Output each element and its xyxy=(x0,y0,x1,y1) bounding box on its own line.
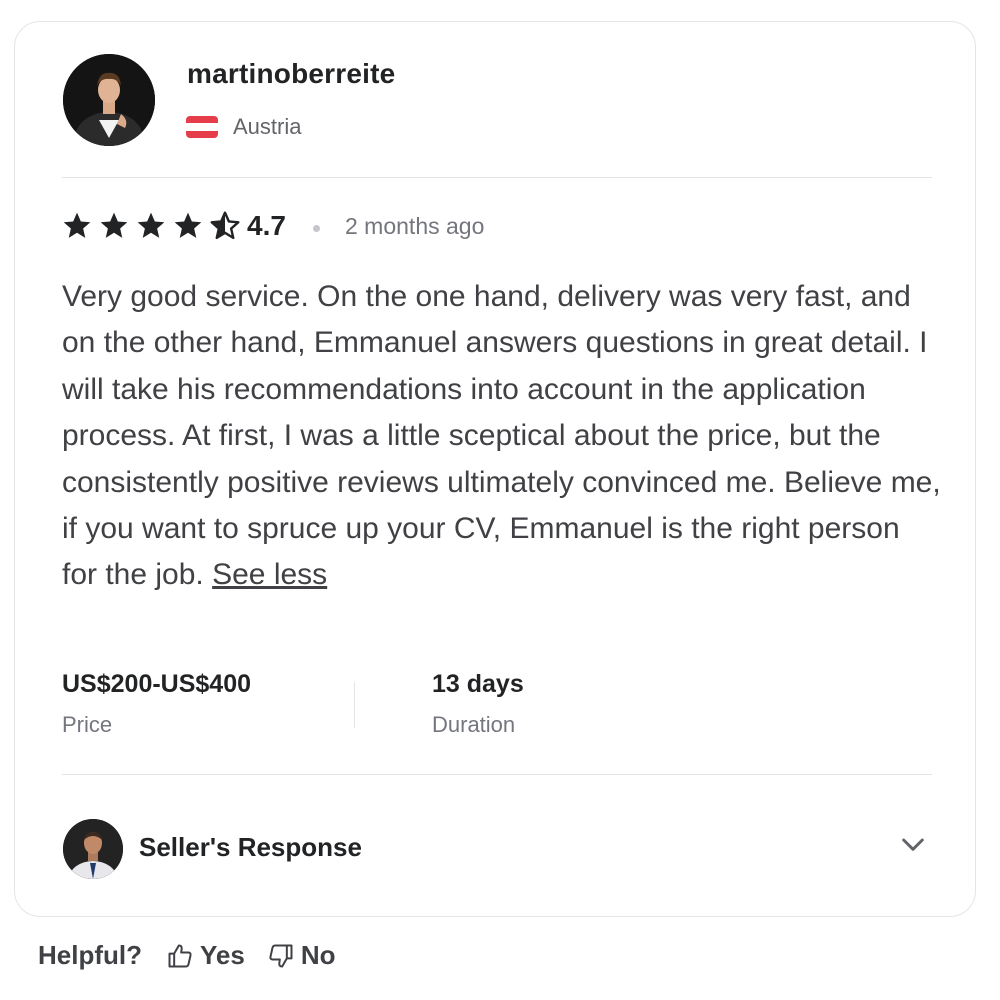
reviewer-avatar-photo xyxy=(63,54,155,146)
meta-divider xyxy=(354,682,355,728)
price-label: Price xyxy=(62,712,113,737)
reviewer-avatar[interactable] xyxy=(63,54,155,146)
review-text: Very good service. On the one hand, deli… xyxy=(62,274,942,599)
header-divider xyxy=(62,177,932,178)
chevron-down-icon[interactable] xyxy=(897,828,929,860)
separator-dot xyxy=(313,225,320,232)
austria-flag-icon xyxy=(186,116,218,138)
star-filled-icon xyxy=(174,212,202,238)
star-filled-icon xyxy=(100,212,128,238)
seller-avatar-photo xyxy=(63,819,123,879)
star-rating xyxy=(61,210,246,242)
duration-value: 13 days xyxy=(432,670,524,698)
review-card: martinoberreite Austria 4.7 2 months ago… xyxy=(14,21,976,917)
helpful-yes-button[interactable]: Yes xyxy=(166,940,245,971)
seller-response-label[interactable]: Seller's Response xyxy=(139,832,362,863)
price-value: US$200-US$400 xyxy=(62,670,252,698)
thumbs-up-icon xyxy=(168,944,192,967)
rating-value: 4.7 xyxy=(247,210,286,241)
reviewer-country: Austria xyxy=(233,114,302,139)
star-half-icon xyxy=(210,211,240,240)
response-divider xyxy=(62,774,932,775)
reviewer-username[interactable]: martinoberreite xyxy=(187,58,395,90)
seller-avatar xyxy=(63,819,123,879)
yes-label: Yes xyxy=(200,940,245,970)
helpful-no-button[interactable]: No xyxy=(267,940,336,971)
helpful-row: Helpful? Yes No xyxy=(38,940,358,971)
review-date: 2 months ago xyxy=(345,213,485,239)
thumbs-down-icon xyxy=(269,944,293,967)
no-label: No xyxy=(300,940,336,970)
review-body: Very good service. On the one hand, deli… xyxy=(62,280,941,592)
helpful-question: Helpful? xyxy=(38,940,142,970)
see-less-link[interactable]: See less xyxy=(212,558,327,591)
duration-label: Duration xyxy=(432,712,516,737)
star-filled-icon xyxy=(63,212,91,238)
star-filled-icon xyxy=(137,212,165,238)
